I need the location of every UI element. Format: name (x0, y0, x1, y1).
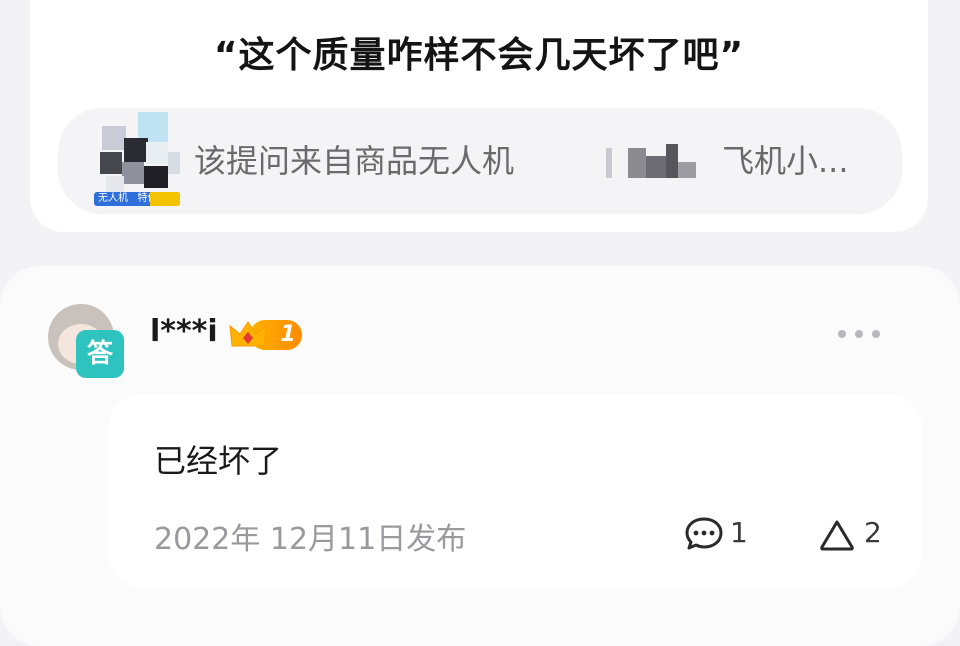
product-thumbnail-tag: 无人机 特价 (94, 192, 180, 206)
source-label: 该提问来自商品无人机 (194, 142, 515, 180)
more-icon[interactable] (836, 324, 882, 344)
level-badge: 1 (228, 318, 304, 352)
comment-count: 1 (730, 516, 748, 549)
avatar[interactable]: 答 (48, 304, 128, 384)
comment-button[interactable]: 1 (684, 514, 764, 554)
censored-mosaic (606, 144, 706, 180)
comment-icon (685, 517, 723, 550)
level-number: 1 (280, 322, 296, 347)
username[interactable]: l***i (150, 314, 218, 349)
answer-card: 答 l***i 1 已经坏了 2022年 12月11日发布 1 2 (0, 266, 960, 646)
like-icon (820, 520, 854, 551)
like-button[interactable]: 2 (818, 514, 898, 554)
question-title: “这个质量咋样不会几天坏了吧” (213, 35, 745, 76)
like-count: 2 (864, 516, 882, 549)
source-label-suffix: 飞机小... (722, 142, 849, 180)
crown-icon (229, 321, 267, 347)
answer-badge: 答 (76, 330, 124, 378)
product-thumbnail: 无人机 特价 (92, 112, 180, 208)
post-date: 2022年 12月11日发布 (154, 522, 467, 557)
question-card: “这个质量咋样不会几天坏了吧” 无人机 特价 该提问来自商品无人机 飞机小... (30, 0, 928, 232)
answer-bubble: 已经坏了 2022年 12月11日发布 1 2 (108, 394, 922, 588)
answer-text: 已经坏了 (154, 442, 283, 480)
product-source-bar[interactable]: 无人机 特价 该提问来自商品无人机 飞机小... (58, 108, 902, 214)
